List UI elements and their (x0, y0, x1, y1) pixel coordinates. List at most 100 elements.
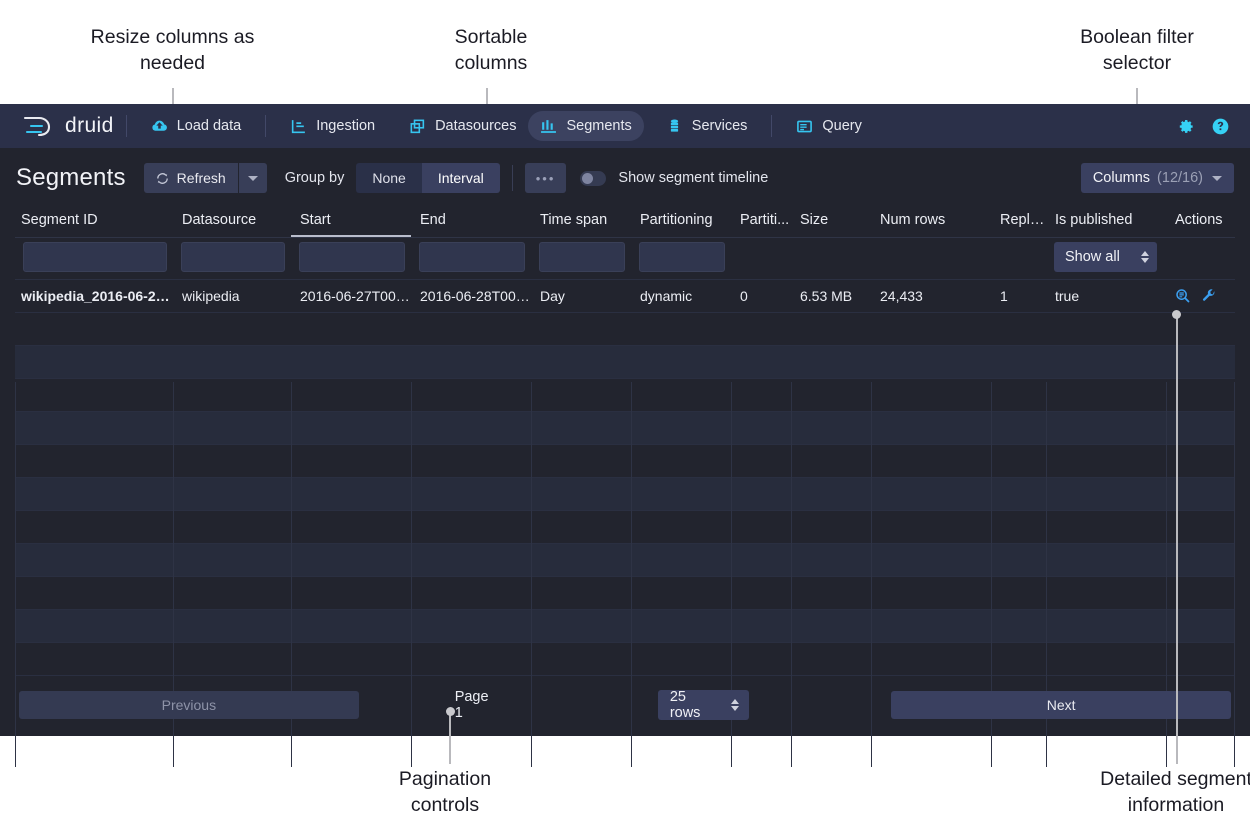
cell-size: 6.53 MB (791, 280, 871, 313)
cell-datasource[interactable]: wikipedia (173, 280, 291, 313)
col-header-is-published[interactable]: Is published (1046, 208, 1166, 238)
filter-input-start[interactable] (299, 242, 405, 272)
table-row[interactable]: wikipedia_2016-06-27... wikipedia 2016-0… (15, 280, 1235, 313)
nav-item-load-data-label: Load data (177, 118, 242, 134)
filter-input-datasource[interactable] (181, 242, 285, 272)
rows-per-page-select[interactable]: 25 rows (658, 690, 749, 720)
filter-cell-datasource (173, 238, 291, 280)
filter-input-segment-id[interactable] (23, 242, 167, 272)
filter-cell-actions (1166, 238, 1235, 280)
empty-row (15, 313, 1235, 346)
col-header-size[interactable]: Size (791, 208, 871, 238)
druid-logo[interactable]: druid (22, 114, 114, 138)
segments-table: Segment ID Datasource Start End Time spa… (15, 208, 1235, 676)
ingestion-icon (290, 118, 307, 135)
cell-time-span[interactable]: Day (531, 280, 631, 313)
columns-label: Columns (1093, 170, 1150, 186)
nav-item-query[interactable]: Query (784, 111, 874, 141)
annotation-resize-columns-text: Resize columns as needed (50, 24, 295, 76)
group-by-label: Group by (285, 170, 345, 186)
nav-item-services-label: Services (692, 118, 748, 134)
nav-divider-3 (771, 115, 772, 137)
annotation-sortable-columns-text: Sortable columns (391, 24, 591, 76)
boolean-filter-selector[interactable]: Show all (1054, 242, 1157, 272)
navbar: druid Load data Ingestion (0, 104, 1250, 148)
annotation-pagination-leader (449, 712, 451, 764)
page-toolbar: Segments Refresh Group by None Interval … (0, 148, 1250, 208)
cell-num-rows: 24,433 (871, 280, 991, 313)
segments-table-container: Segment ID Datasource Start End Time spa… (0, 208, 1250, 676)
screenshot-root: Resize columns as needed Sortable column… (0, 0, 1250, 840)
col-header-segment-id[interactable]: Segment ID (15, 208, 173, 238)
group-by-segmented-control: None Interval (356, 163, 499, 193)
cell-start[interactable]: 2016-06-27T00:... (291, 280, 411, 313)
filter-input-partitioning[interactable] (639, 242, 725, 272)
segment-detail-icon[interactable] (1175, 288, 1191, 304)
empty-row (15, 478, 1235, 511)
filter-cell-num-rows (871, 238, 991, 280)
datasources-icon (409, 118, 426, 135)
rows-per-page-value: 25 rows (670, 689, 719, 721)
nav-item-segments-label: Segments (566, 118, 631, 134)
filter-input-time-span[interactable] (539, 242, 625, 272)
empty-row (15, 544, 1235, 577)
empty-row (15, 412, 1235, 445)
nav-divider-1 (126, 115, 127, 137)
col-header-replicas[interactable]: Replic... (991, 208, 1046, 238)
filter-cell-is-published: Show all (1046, 238, 1166, 280)
cell-actions (1166, 280, 1235, 313)
boolean-filter-value: Show all (1065, 249, 1120, 265)
annotation-boolean-filter-text: Boolean filter selector (1032, 24, 1242, 76)
cloud-upload-icon (151, 118, 168, 135)
annotation-pagination-text: Pagination controls (345, 766, 545, 818)
col-header-partition-number[interactable]: Partiti... (731, 208, 791, 238)
help-icon[interactable] (1211, 117, 1230, 136)
columns-button[interactable]: Columns (12/16) (1081, 163, 1234, 193)
gear-icon[interactable] (1176, 117, 1195, 136)
annotation-detailed-segment-leader (1176, 316, 1178, 764)
col-header-time-span[interactable]: Time span (531, 208, 631, 238)
sort-updown-icon (1141, 251, 1149, 263)
refresh-button[interactable]: Refresh (144, 163, 238, 193)
col-header-datasource[interactable]: Datasource (173, 208, 291, 238)
cell-partition-number: 0 (731, 280, 791, 313)
nav-item-query-label: Query (822, 118, 862, 134)
empty-row (15, 445, 1235, 478)
empty-row (15, 346, 1235, 379)
col-header-partitioning[interactable]: Partitioning (631, 208, 731, 238)
col-header-num-rows[interactable]: Num rows (871, 208, 991, 238)
filter-cell-partitioning (631, 238, 731, 280)
brand-text: druid (65, 114, 114, 138)
cell-end[interactable]: 2016-06-28T00:... (411, 280, 531, 313)
show-segment-timeline-toggle[interactable] (580, 171, 606, 186)
nav-item-load-data[interactable]: Load data (139, 111, 254, 141)
previous-page-button[interactable]: Previous (19, 691, 359, 719)
segment-actions-icon[interactable] (1201, 288, 1217, 304)
next-page-button[interactable]: Next (891, 691, 1231, 719)
nav-item-services[interactable]: Services (654, 111, 760, 141)
cell-partitioning[interactable]: dynamic (631, 280, 731, 313)
group-by-interval-button[interactable]: Interval (422, 163, 500, 193)
nav-divider-2 (265, 115, 266, 137)
annotation-detailed-segment-text: Detailed segment information (1026, 766, 1250, 818)
col-header-start[interactable]: Start (291, 208, 411, 238)
refresh-dropdown-button[interactable] (239, 163, 267, 193)
group-by-none-button[interactable]: None (356, 163, 421, 193)
more-dots-icon: ••• (536, 172, 556, 185)
toolbar-divider (512, 165, 513, 191)
filter-input-end[interactable] (419, 242, 525, 272)
refresh-icon (155, 171, 170, 186)
columns-chevron-down-icon (1212, 176, 1222, 181)
nav-item-segments[interactable]: Segments (528, 111, 643, 141)
col-header-end[interactable]: End (411, 208, 531, 238)
nav-item-ingestion-label: Ingestion (316, 118, 375, 134)
filter-cell-size (791, 238, 871, 280)
nav-item-datasources[interactable]: Datasources (397, 111, 528, 141)
filter-cell-partition-number (731, 238, 791, 280)
services-icon (666, 118, 683, 135)
cell-is-published: true (1046, 280, 1166, 313)
empty-row (15, 577, 1235, 610)
chevron-down-icon (248, 176, 258, 181)
more-options-button[interactable]: ••• (525, 163, 567, 193)
nav-item-ingestion[interactable]: Ingestion (278, 111, 387, 141)
